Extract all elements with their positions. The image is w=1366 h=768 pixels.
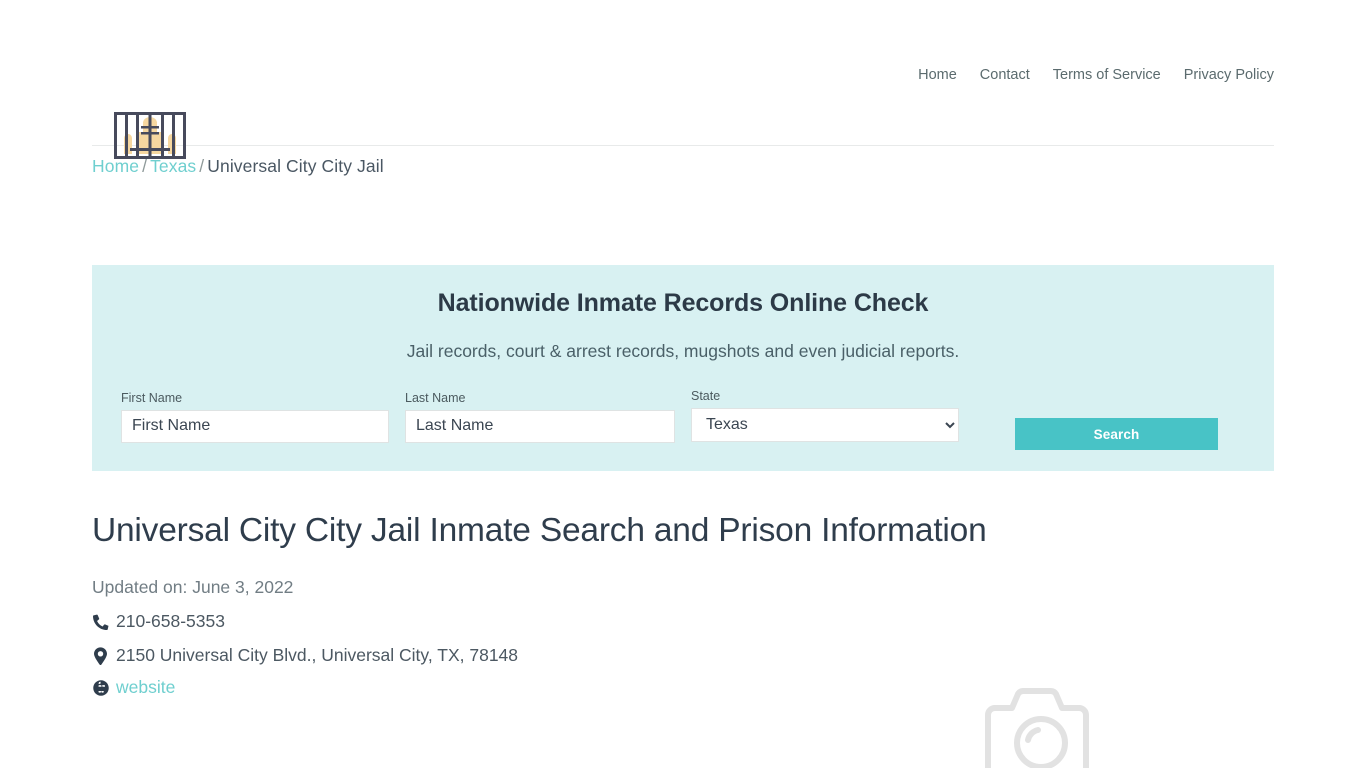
first-name-field-group: First Name	[121, 392, 389, 443]
state-field-group: State Texas	[691, 390, 959, 442]
camera-icon	[985, 688, 1089, 768]
breadcrumb-link-home[interactable]: Home	[92, 156, 139, 176]
website-link[interactable]: website	[116, 677, 175, 698]
address-line: 2150 Universal City Blvd., Universal Cit…	[92, 645, 518, 666]
state-select[interactable]: Texas	[691, 407, 959, 442]
globe-icon	[92, 678, 109, 697]
last-name-input[interactable]	[405, 409, 675, 443]
page-root: Home Contact Terms of Service Privacy Po…	[0, 0, 1366, 768]
page-title: Universal City City Jail Inmate Search a…	[92, 512, 987, 549]
nav-item-contact[interactable]: Contact	[980, 68, 1030, 83]
first-name-input[interactable]	[121, 409, 389, 443]
map-pin-icon	[92, 646, 109, 665]
hero-title: Nationwide Inmate Records Online Check	[437, 289, 929, 317]
phone-line: 210-658-5353	[92, 611, 225, 632]
breadcrumb-separator: /	[199, 156, 205, 176]
state-label: State	[691, 389, 721, 403]
search-button[interactable]: Search	[1015, 418, 1218, 450]
nav-item-privacy-policy[interactable]: Privacy Policy	[1184, 68, 1274, 83]
hero-subtitle: Jail records, court & arrest records, mu…	[406, 341, 960, 361]
photo-placeholder	[980, 683, 1102, 768]
nav-item-home[interactable]: Home	[918, 68, 957, 83]
phone-number: 210-658-5353	[116, 611, 225, 631]
inmate-search-panel: Nationwide Inmate Records Online Check J…	[92, 265, 1274, 471]
primary-navigation: Home Contact Terms of Service Privacy Po…	[918, 68, 1274, 83]
nav-item-terms-of-service[interactable]: Terms of Service	[1053, 68, 1161, 83]
last-name-label: Last Name	[405, 391, 466, 405]
breadcrumb-current: Universal City City Jail	[207, 156, 384, 176]
header-inner: Home Contact Terms of Service Privacy Po…	[92, 0, 1274, 159]
breadcrumb: Home / Texas / Universal City City Jail	[92, 156, 384, 177]
address-text: 2150 Universal City Blvd., Universal Cit…	[116, 645, 519, 665]
breadcrumb-separator: /	[142, 156, 148, 176]
website-line: website	[92, 677, 175, 698]
last-name-field-group: Last Name	[405, 392, 675, 443]
phone-icon	[92, 612, 109, 631]
jail-bars-logo[interactable]	[100, 53, 186, 159]
breadcrumb-link-texas[interactable]: Texas	[150, 156, 196, 176]
first-name-label: First Name	[121, 391, 183, 405]
updated-on-text: Updated on: June 3, 2022	[92, 577, 294, 597]
site-header: Home Contact Terms of Service Privacy Po…	[0, 0, 1366, 159]
